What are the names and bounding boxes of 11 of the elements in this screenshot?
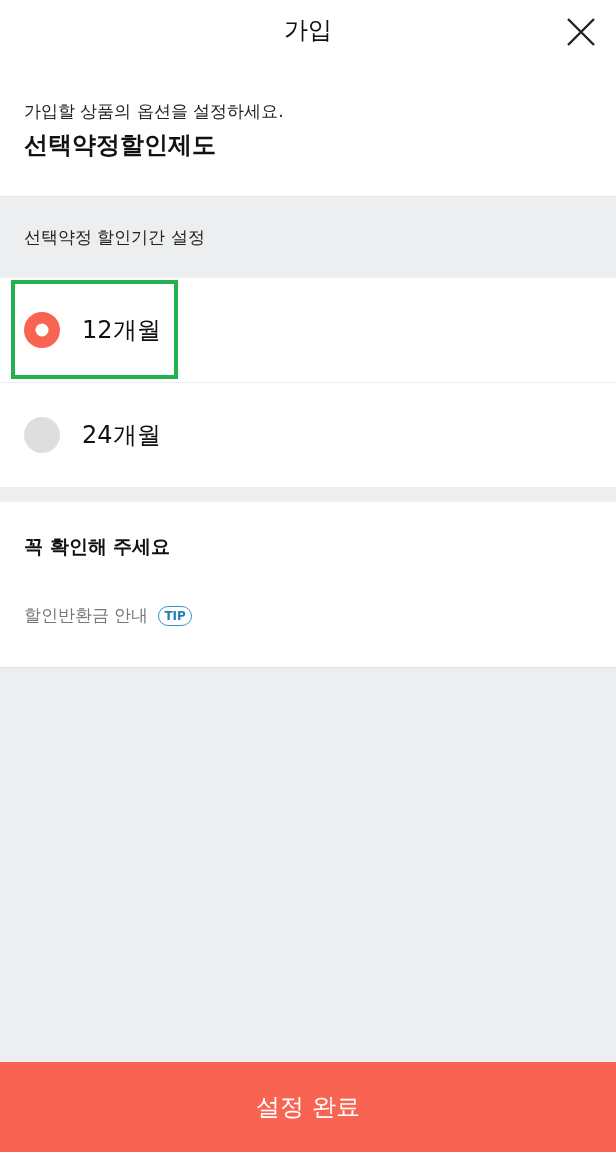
page-title: 가입 [284, 15, 332, 46]
close-icon[interactable] [566, 17, 596, 47]
notice-heading: 꼭 확인해 주세요 [24, 534, 171, 559]
notice-link[interactable]: 할인반환금 안내 [24, 604, 149, 627]
option-label[interactable]: 24개월 [82, 419, 161, 451]
intro-text: 가입할 상품의 옵션을 설정하세요. [24, 100, 284, 123]
radio-button[interactable] [24, 417, 60, 453]
radio-button[interactable] [24, 312, 60, 348]
option-label[interactable]: 12개월 [82, 314, 161, 346]
product-name: 선택약정할인제도 [24, 130, 216, 161]
section-heading: 선택약정 할인기간 설정 [24, 226, 205, 249]
